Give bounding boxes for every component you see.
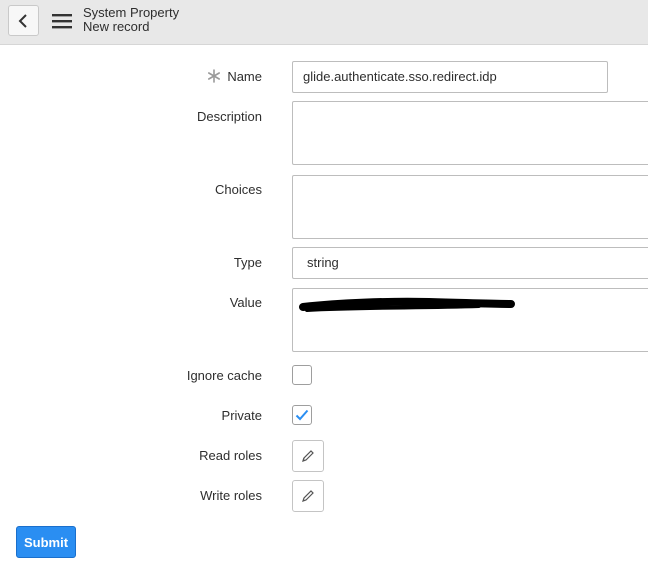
private-checkbox[interactable] [292,405,312,425]
submit-button[interactable]: Submit [16,526,76,558]
write-roles-label: Write roles [200,488,262,503]
page-title: System Property [83,5,180,20]
value-label: Value [229,295,262,310]
back-button[interactable] [8,5,39,36]
choices-textarea[interactable] [292,175,648,239]
private-label: Private [221,408,262,423]
ignore-cache-label: Ignore cache [186,368,262,383]
checkmark-icon [295,409,309,421]
header-bar: System Property New record [0,0,648,45]
read-roles-edit-button[interactable] [292,440,324,472]
value-textarea[interactable] [292,288,648,352]
pencil-icon [302,450,314,462]
ignore-cache-checkbox[interactable] [292,365,312,385]
type-label: Type [233,255,262,270]
read-roles-label: Read roles [199,448,262,463]
description-textarea[interactable] [292,101,648,165]
type-select[interactable]: string [292,247,648,279]
name-input-value: glide.authenticate.sso.redirect.idp [303,69,497,84]
write-roles-edit-button[interactable] [292,480,324,512]
choices-label: Choices [215,182,262,197]
chevron-left-icon [18,13,27,28]
name-input[interactable]: glide.authenticate.sso.redirect.idp [292,61,608,93]
pencil-icon [302,490,314,502]
name-label: Name [227,69,262,84]
page-subtitle: New record [83,19,150,34]
redaction-scribble [299,297,515,312]
mandatory-asterisk-icon [207,69,220,83]
description-label: Description [196,109,262,124]
type-select-value: string [307,255,339,270]
hamburger-menu-icon[interactable] [52,13,72,29]
